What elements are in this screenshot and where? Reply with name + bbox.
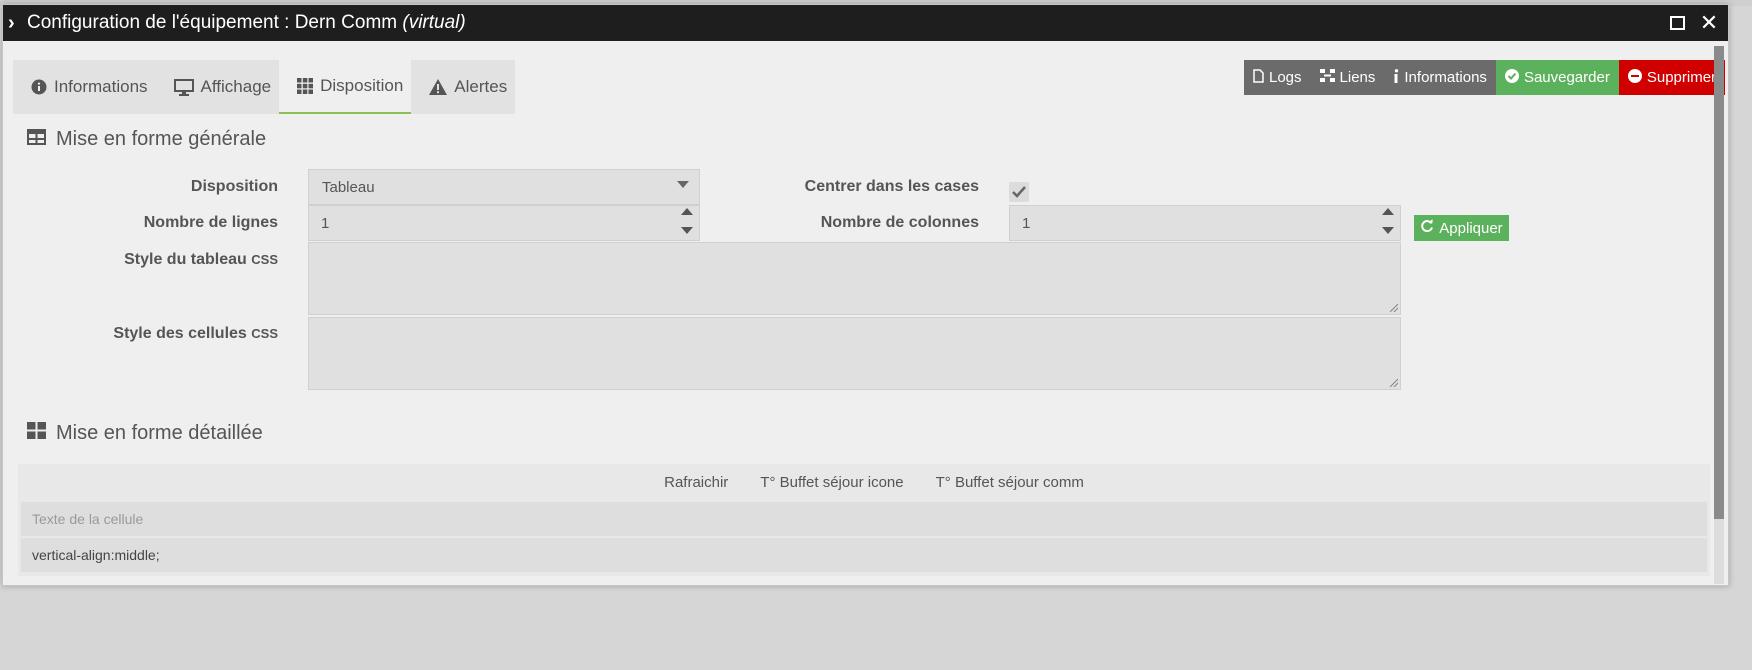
disposition-select[interactable]: Tableau <box>308 169 700 205</box>
close-icon: ✕ <box>1699 10 1719 35</box>
spin-up-icon[interactable] <box>1382 208 1394 215</box>
windows-grid-icon <box>27 422 46 445</box>
centrer-checkbox[interactable] <box>1009 182 1029 202</box>
cell-style-input[interactable]: vertical-align:middle; <box>21 538 1707 572</box>
spin-down-icon[interactable] <box>1382 227 1394 234</box>
lignes-label: Nombre de lignes <box>143 214 278 231</box>
grid-icon <box>297 78 314 94</box>
warning-icon <box>429 79 448 95</box>
check-circle-icon <box>1504 68 1519 87</box>
close-button[interactable]: ✕ <box>1693 5 1725 41</box>
section-general-title: Mise en forme générale <box>27 128 266 151</box>
command-item[interactable]: T° Buffet séjour icone <box>760 474 903 491</box>
command-item[interactable]: T° Buffet séjour comm <box>936 474 1084 491</box>
refresh-icon <box>1420 219 1434 237</box>
cell-text-input[interactable]: Texte de la cellule <box>21 502 1707 536</box>
scrollbar-thumb[interactable] <box>1714 46 1724 519</box>
number-stepper[interactable] <box>681 208 693 234</box>
file-icon <box>1253 68 1264 87</box>
modal-titlebar: › Configuration de l'équipement : Dern C… <box>3 5 1728 41</box>
style-cellules-textarea[interactable] <box>308 317 1401 390</box>
detailed-table: Rafraichir T° Buffet séjour icone T° Buf… <box>18 464 1710 576</box>
check-icon <box>1012 186 1026 198</box>
css-tag: CSS <box>251 252 278 267</box>
modal-title: Configuration de l'équipement : Dern Com… <box>27 12 466 33</box>
logs-button[interactable]: Logs <box>1244 60 1311 95</box>
colonnes-input[interactable]: 1 <box>1009 205 1401 241</box>
chevron-right-icon[interactable]: › <box>3 13 27 33</box>
minus-circle-icon <box>1627 68 1642 87</box>
tab-label: Alertes <box>454 77 508 96</box>
info-circle-icon <box>31 79 47 95</box>
lignes-input[interactable]: 1 <box>308 205 700 241</box>
spin-down-icon[interactable] <box>681 227 693 234</box>
tab-affichage[interactable]: Affichage <box>156 60 280 114</box>
monitor-icon <box>173 78 194 96</box>
resize-grip-icon[interactable] <box>1390 379 1398 387</box>
section-detailed-title: Mise en forme détaillée <box>27 422 263 445</box>
tab-bar: Informations Affichage Disposition Alert… <box>13 60 516 114</box>
style-tableau-textarea[interactable] <box>308 242 1401 315</box>
action-buttons: Logs Liens Informations Sauvegarder Supp… <box>1244 60 1726 95</box>
spin-up-icon[interactable] <box>681 208 693 215</box>
config-modal: › Configuration de l'équipement : Dern C… <box>2 4 1729 586</box>
sauvegarder-button[interactable]: Sauvegarder <box>1495 60 1619 95</box>
style-cellules-label: Style des cellules CSS <box>113 325 278 342</box>
appliquer-button[interactable]: Appliquer <box>1414 215 1509 241</box>
resize-grip-icon[interactable] <box>1390 304 1398 312</box>
number-stepper[interactable] <box>1382 208 1394 234</box>
command-list: Rafraichir T° Buffet séjour icone T° Buf… <box>18 464 1710 500</box>
tab-disposition[interactable]: Disposition <box>279 60 412 114</box>
liens-button[interactable]: Liens <box>1310 60 1385 95</box>
css-tag: CSS <box>251 326 278 341</box>
style-tableau-label: Style du tableau CSS <box>124 251 278 268</box>
tab-label: Affichage <box>200 77 272 96</box>
centrer-label: Centrer dans les cases <box>804 178 979 195</box>
colonnes-label: Nombre de colonnes <box>820 214 979 231</box>
command-item[interactable]: Rafraichir <box>664 474 728 491</box>
informations-button[interactable]: Informations <box>1384 60 1496 95</box>
tab-label: Informations <box>54 77 148 96</box>
supprimer-button[interactable]: Supprimer <box>1618 60 1726 95</box>
caret-down-icon <box>677 181 689 188</box>
tab-alertes[interactable]: Alertes <box>411 60 515 114</box>
info-icon <box>1393 68 1399 87</box>
maximize-button[interactable] <box>1661 5 1693 41</box>
sitemap-icon <box>1319 69 1335 86</box>
tab-label: Disposition <box>320 76 404 95</box>
disposition-label: Disposition <box>190 178 278 195</box>
tab-informations[interactable]: Informations <box>13 60 156 114</box>
table-icon <box>27 128 46 151</box>
maximize-icon <box>1669 16 1685 30</box>
